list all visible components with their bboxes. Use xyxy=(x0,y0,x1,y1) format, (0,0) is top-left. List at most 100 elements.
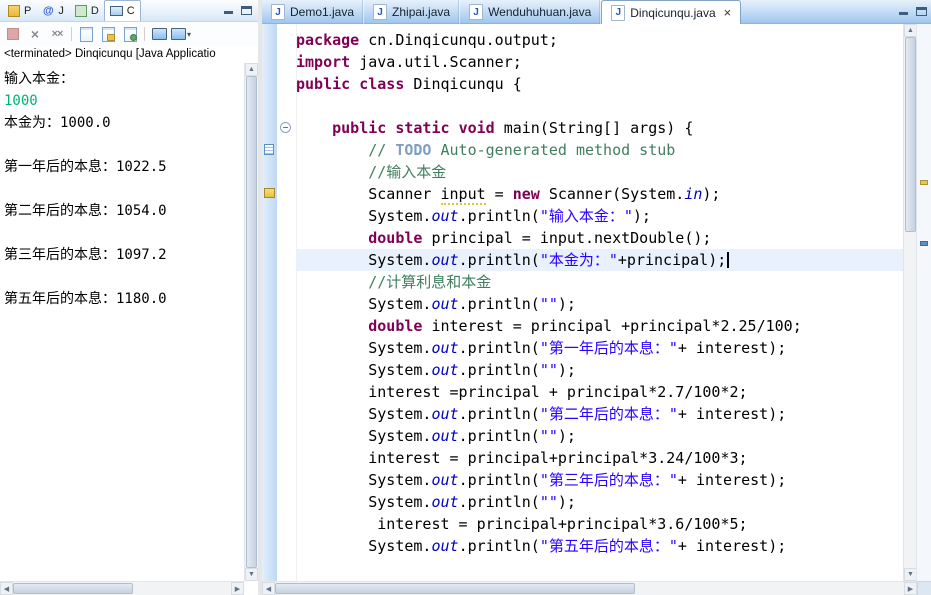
editor-tab-dinqicunqu-java[interactable]: J Dinqicunqu.java × xyxy=(601,0,742,25)
pin-console-icon[interactable] xyxy=(120,25,140,43)
code-line: interest =principal + principal*2.7/100*… xyxy=(296,381,903,403)
code-token: "" xyxy=(539,295,558,313)
task-marker-icon[interactable] xyxy=(264,144,274,155)
overview-ruler xyxy=(916,24,931,581)
console-horizontal-scrollbar[interactable]: ◀ ▶ xyxy=(0,581,244,595)
code-line: // TODO Auto-generated method stub xyxy=(296,139,903,161)
console-view-tabbar-row: P JD C xyxy=(0,0,258,22)
console-toolbar xyxy=(0,22,258,46)
editor-vertical-scrollbar[interactable]: ▲ ▼ xyxy=(903,24,917,581)
code-line: System.out.println(""); xyxy=(296,359,903,381)
view-tab-d[interactable]: D xyxy=(69,1,104,21)
scrollbar-thumb[interactable] xyxy=(275,583,636,594)
code-token: out xyxy=(431,471,459,489)
problems-icon xyxy=(7,4,21,18)
code-editor[interactable]: package cn.Dinqicunqu.output; import java… xyxy=(296,24,903,581)
console-icon xyxy=(110,4,124,18)
code-token: System. xyxy=(296,339,432,357)
scroll-right-icon[interactable]: ▶ xyxy=(231,582,244,595)
code-token: System. xyxy=(296,493,432,511)
editor-tab-zhipai-java[interactable]: J Zhipai.java xyxy=(364,0,461,24)
code-token: out xyxy=(431,427,459,445)
code-token: "第三年后的本息：" xyxy=(539,471,678,489)
code-token: Scanner xyxy=(296,185,441,203)
code-token: out xyxy=(431,405,459,423)
scrollbar-thumb[interactable] xyxy=(13,583,133,594)
code-token: .println( xyxy=(458,405,540,423)
code-token: ); xyxy=(557,493,576,511)
console-output[interactable]: 输入本金： 1000 本金为：1000.0 第一年后的本息：1022.5 第二年后的… xyxy=(0,63,244,581)
minimize-view-icon[interactable] xyxy=(222,5,235,16)
fold-collapse-icon[interactable] xyxy=(280,122,291,133)
code-token: "" xyxy=(539,427,558,445)
view-tab-label: C xyxy=(126,5,135,17)
code-token: ); xyxy=(702,185,721,203)
overview-mark[interactable] xyxy=(920,179,928,185)
code-token: interest = principal+principal*3.24/100*… xyxy=(296,449,748,467)
minimize-editor-icon[interactable] xyxy=(897,6,910,17)
view-tab-j[interactable]: J xyxy=(36,1,69,21)
console-line: 第二年后的本息：1054.0 xyxy=(4,203,167,219)
code-token: // xyxy=(368,141,396,159)
scroll-left-icon[interactable]: ◀ xyxy=(262,582,275,595)
editor-horizontal-scrollbar[interactable]: ◀ ▶ xyxy=(262,581,917,595)
code-line: Scanner input = new Scanner(System.in); xyxy=(296,183,903,205)
scroll-lock-icon[interactable] xyxy=(98,25,118,43)
code-line: System.out.println("第三年后的本息："+ interest)… xyxy=(296,469,903,491)
scroll-up-icon[interactable]: ▲ xyxy=(245,63,258,76)
code-token: System. xyxy=(296,295,432,313)
code-token: Scanner(System. xyxy=(539,185,685,203)
scroll-right-icon[interactable]: ▶ xyxy=(904,582,917,595)
view-tab-p[interactable]: P xyxy=(2,1,36,21)
open-console-icon[interactable] xyxy=(171,25,191,43)
console-line: 输入本金： xyxy=(4,71,74,87)
editor-tab-demo1-java[interactable]: J Demo1.java xyxy=(262,0,365,24)
code-token: .println( xyxy=(458,427,540,445)
scroll-left-icon[interactable]: ◀ xyxy=(0,582,13,595)
warning-marker-icon[interactable] xyxy=(264,188,275,198)
code-token: in xyxy=(684,185,703,203)
code-line: public static void main(String[] args) { xyxy=(296,117,903,139)
console-view: P J D C <terminated> Dinqicunqu [Java Appli… xyxy=(0,0,258,595)
maximize-editor-icon[interactable] xyxy=(915,6,928,17)
code-token: interest = principal +principal*2.25/100… xyxy=(422,317,802,335)
clear-console-icon[interactable] xyxy=(76,25,96,43)
overview-mark[interactable] xyxy=(920,241,928,247)
remove-all-launches-icon[interactable] xyxy=(47,25,67,43)
scrollbar-thumb[interactable] xyxy=(246,76,257,568)
code-token: System. xyxy=(296,427,432,445)
code-line: System.out.println(""); xyxy=(296,491,903,513)
scroll-down-icon[interactable]: ▼ xyxy=(245,568,258,581)
code-token: out xyxy=(431,339,459,357)
code-token: .println( xyxy=(458,493,540,511)
remove-launch-icon[interactable] xyxy=(25,25,45,43)
code-token: ); xyxy=(557,295,576,313)
close-tab-icon[interactable]: × xyxy=(724,6,732,19)
code-line: public class Dinqicunqu { xyxy=(296,73,903,95)
code-token: .println( xyxy=(458,537,540,555)
eclipse-window: P J D C <terminated> Dinqicunqu [Java Appli… xyxy=(0,0,931,595)
code-token: out xyxy=(431,361,459,379)
display-selected-console-icon[interactable] xyxy=(149,25,169,43)
editor-tab-wenduhuhuan-java[interactable]: J Wenduhuhuan.java xyxy=(460,0,602,24)
fold-gutter xyxy=(277,24,297,581)
maximize-view-icon[interactable] xyxy=(240,5,253,16)
java-file-icon: J xyxy=(271,4,285,20)
code-token: System. xyxy=(296,471,432,489)
view-tab-c[interactable]: C xyxy=(103,0,141,21)
view-tab-label: J xyxy=(58,5,64,17)
scrollbar-thumb[interactable] xyxy=(905,37,916,232)
code-line: System.out.println("第一年后的本息："+ interest)… xyxy=(296,337,903,359)
terminate-icon[interactable] xyxy=(3,25,23,43)
code-token: interest = principal+principal*3.6/100*5… xyxy=(296,515,748,533)
code-token: System. xyxy=(296,251,432,269)
editor-view-controls xyxy=(897,0,931,22)
code-token: double xyxy=(368,317,423,335)
console-vertical-scrollbar[interactable]: ▲ ▼ xyxy=(244,63,258,581)
code-token: .println( xyxy=(458,295,540,313)
